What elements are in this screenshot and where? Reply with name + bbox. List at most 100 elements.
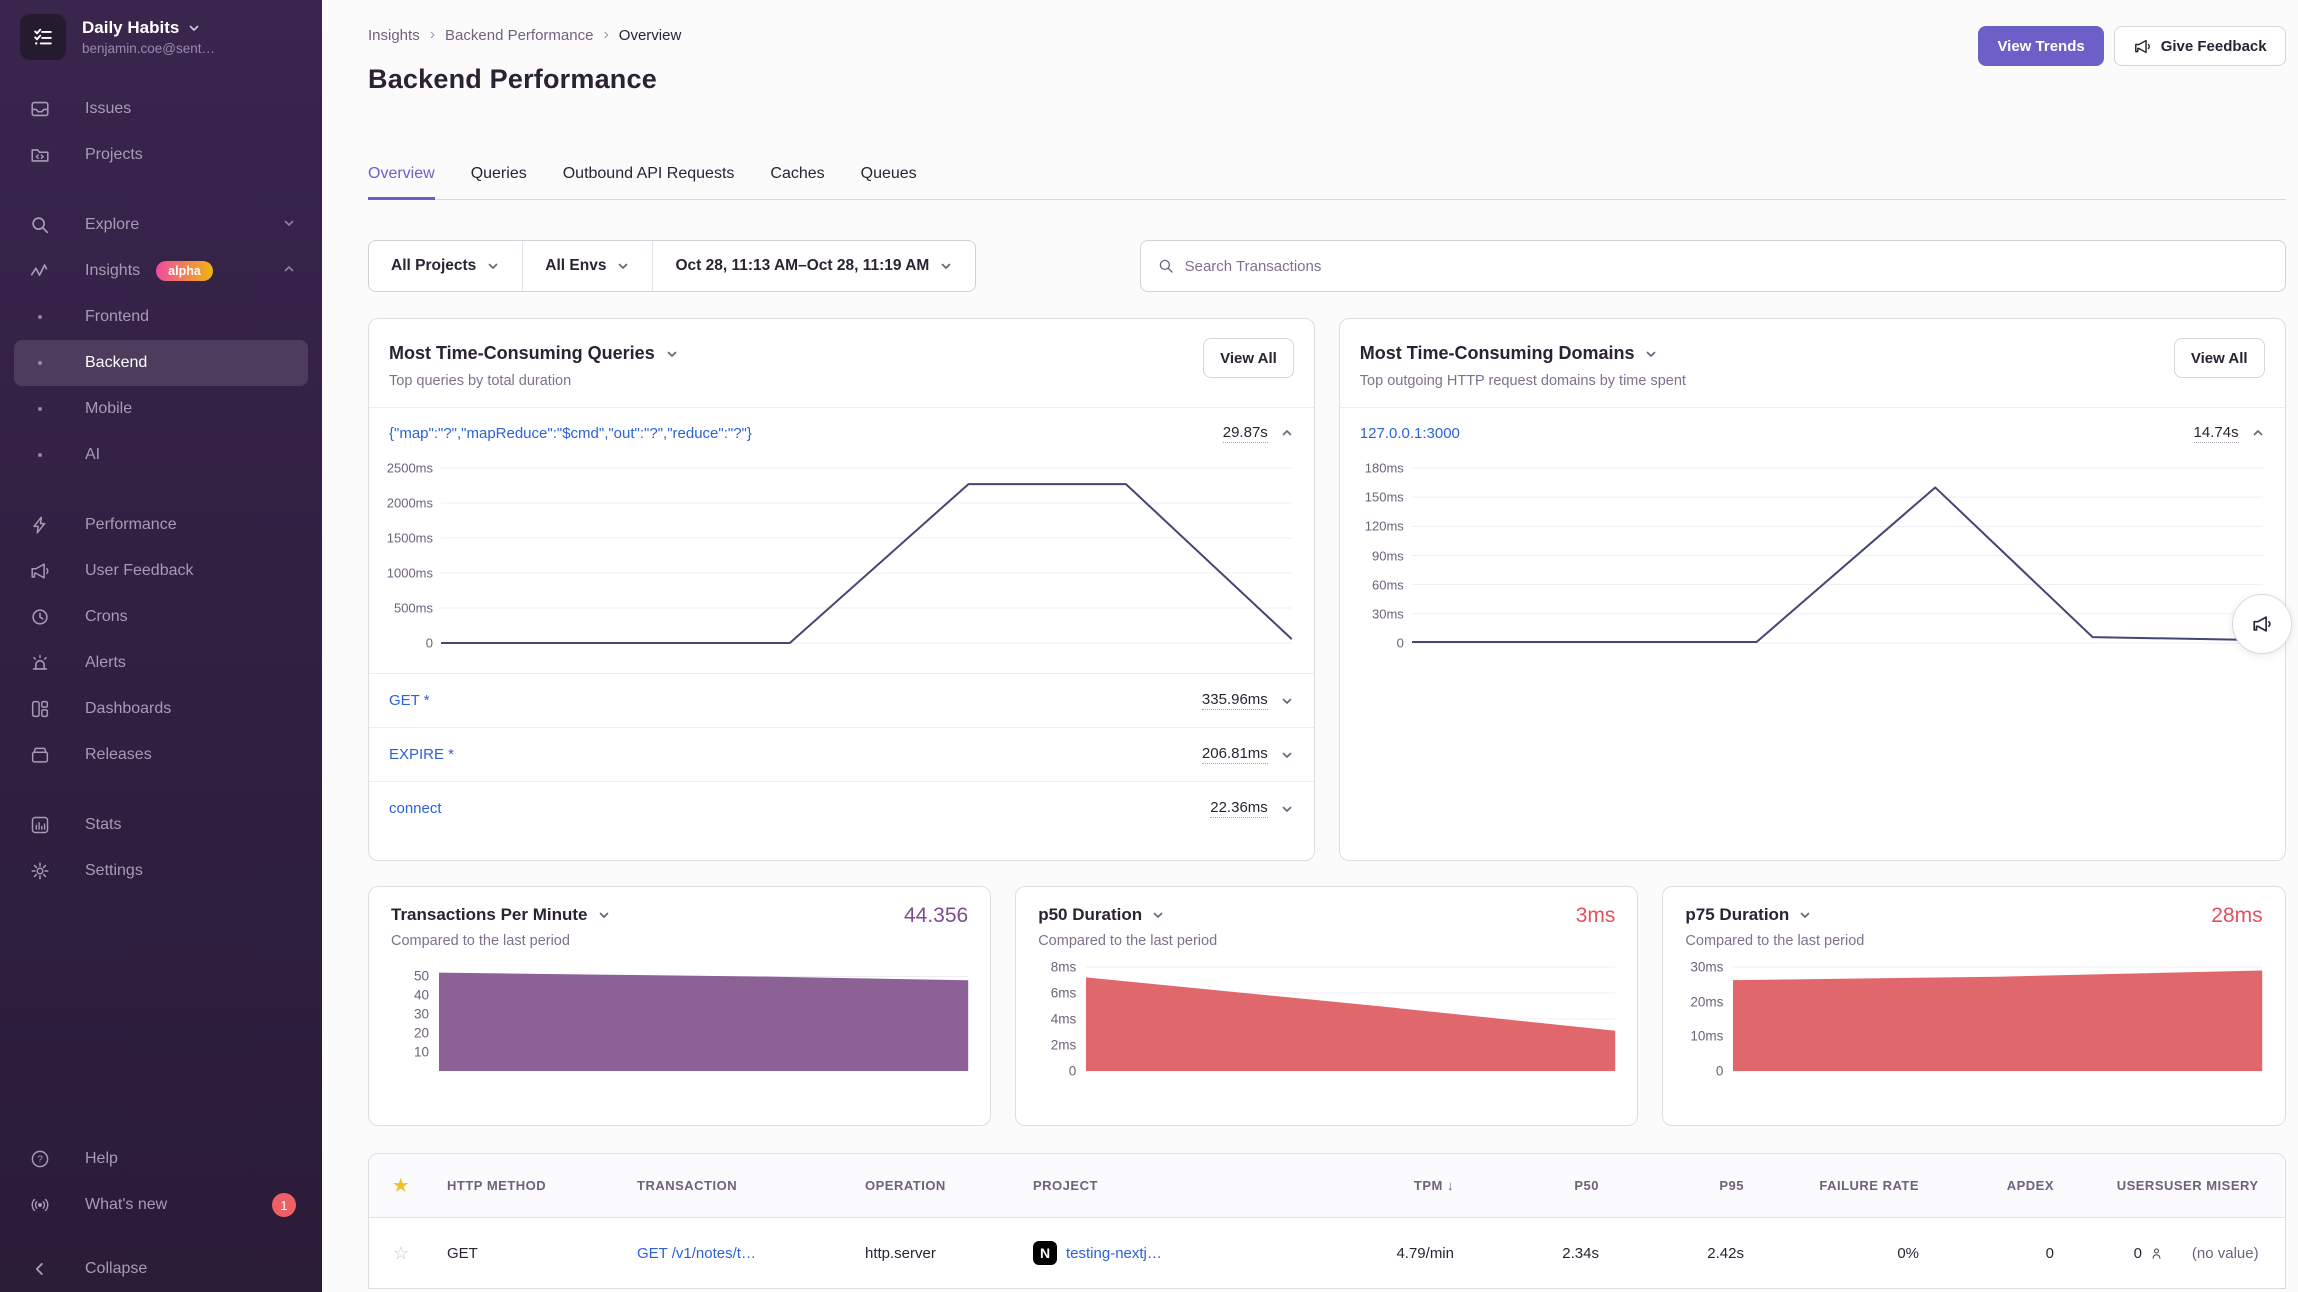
feedback-fab[interactable] [2232, 594, 2292, 654]
metric-value: 3ms [1576, 904, 1616, 928]
p75-chart: 30ms20ms10ms0 [1685, 967, 2262, 1071]
megaphone-icon [2133, 37, 2152, 56]
chevron-down-icon[interactable] [1151, 908, 1165, 922]
breadcrumb-insights[interactable]: Insights [368, 27, 420, 44]
transaction-link[interactable]: GET /v1/notes/t… [637, 1245, 756, 1262]
svg-text:?: ? [37, 1155, 43, 1166]
chevron-down-icon[interactable] [1280, 802, 1294, 816]
sidebar-item-stats[interactable]: Stats [0, 802, 322, 848]
nextjs-project-icon: N [1033, 1241, 1057, 1265]
archive-icon [28, 744, 52, 766]
sidebar-item-dashboards[interactable]: Dashboards [0, 686, 322, 732]
tab-queries[interactable]: Queries [471, 165, 527, 200]
chevron-down-icon [187, 21, 201, 35]
sidebar-item-crons[interactable]: Crons [0, 594, 322, 640]
column-header-p50[interactable]: P50 [1454, 1178, 1599, 1193]
bullet-icon [28, 453, 52, 457]
org-switcher[interactable]: Daily Habits benjamin.coe@sent… [0, 14, 322, 60]
tab-outbound-api-requests[interactable]: Outbound API Requests [563, 165, 735, 200]
query-total-time: 29.87s [1223, 424, 1268, 443]
sidebar-item-user-feedback[interactable]: User Feedback [0, 548, 322, 594]
insights-icon [28, 260, 52, 282]
column-header-tpm[interactable]: TPM ↓ [1309, 1178, 1454, 1193]
sidebar-item-help[interactable]: ? Help [0, 1136, 322, 1182]
view-all-queries-button[interactable]: View All [1203, 338, 1294, 378]
tab-overview[interactable]: Overview [368, 165, 435, 200]
search-transactions [1140, 240, 2286, 292]
view-trends-button[interactable]: View Trends [1978, 26, 2103, 66]
tpm-cell: 4.79/min [1309, 1245, 1454, 1262]
column-header-user-misery[interactable]: USER MISERY [2164, 1178, 2285, 1193]
sidebar-item-label: What's new [85, 1196, 167, 1214]
sidebar-item-explore[interactable]: Explore [0, 202, 322, 248]
chevron-down-icon[interactable] [597, 908, 611, 922]
search-icon [1157, 257, 1175, 275]
tpm-chart: 5040302010 [391, 967, 968, 1071]
domains-duration-chart: 180ms150ms120ms90ms60ms30ms0 [1340, 468, 2263, 643]
queries-duration-chart: 2500ms2000ms1500ms1000ms500ms0 [369, 468, 1292, 643]
date-range-filter[interactable]: Oct 28, 11:13 AM–Oct 28, 11:19 AM [652, 241, 975, 291]
query-link[interactable]: {"map":"?","mapReduce":"$cmd","out":"?",… [389, 425, 752, 442]
p50-chart: 8ms6ms4ms2ms0 [1038, 967, 1615, 1071]
project-filter[interactable]: All Projects [369, 241, 522, 291]
sidebar-item-performance[interactable]: Performance [0, 502, 322, 548]
chevron-down-icon [939, 259, 953, 273]
chevron-up-icon[interactable] [2251, 426, 2265, 440]
query-link[interactable]: GET * [389, 692, 430, 709]
query-total-time: 335.96ms [1202, 691, 1268, 710]
metric-card-title: Transactions Per Minute [391, 905, 588, 925]
sidebar-item-frontend[interactable]: Frontend [0, 294, 322, 340]
sidebar-item-backend[interactable]: Backend [14, 340, 308, 386]
metric-value: 44.356 [904, 904, 968, 928]
chevron-up-icon[interactable] [1280, 426, 1294, 440]
sidebar-item-collapse[interactable]: Collapse [0, 1246, 322, 1292]
sidebar-item-insights[interactable]: Insights alpha [0, 248, 322, 294]
search-input[interactable] [1185, 258, 2269, 275]
column-header-p95[interactable]: P95 [1599, 1178, 1744, 1193]
sidebar-item-label: Collapse [85, 1260, 147, 1278]
failure-rate-cell: 0% [1744, 1245, 1919, 1262]
view-all-domains-button[interactable]: View All [2174, 338, 2265, 378]
whats-new-count-badge: 1 [272, 1193, 296, 1217]
chevron-down-icon[interactable] [1280, 748, 1294, 762]
sidebar-item-mobile[interactable]: Mobile [0, 386, 322, 432]
sidebar-item-alerts[interactable]: Alerts [0, 640, 322, 686]
tab-queues[interactable]: Queues [861, 165, 917, 200]
sidebar-item-projects[interactable]: Projects [0, 132, 322, 178]
tab-caches[interactable]: Caches [770, 165, 824, 200]
sidebar-item-label: Explore [85, 216, 139, 234]
star-toggle[interactable]: ☆ [369, 1243, 433, 1264]
project-link[interactable]: testing-nextj… [1066, 1245, 1162, 1262]
sidebar-item-ai[interactable]: AI [0, 432, 322, 478]
column-header-apdex[interactable]: APDEX [1919, 1178, 2054, 1193]
star-column-header[interactable]: ★ [369, 1176, 433, 1196]
date-range-label: Oct 28, 11:13 AM–Oct 28, 11:19 AM [675, 257, 929, 275]
chevron-down-icon[interactable] [1644, 347, 1658, 361]
sidebar-item-whats-new[interactable]: What's new 1 [0, 1182, 322, 1228]
sidebar-item-issues[interactable]: Issues [0, 86, 322, 132]
sidebar-item-settings[interactable]: Settings [0, 848, 322, 894]
sidebar-footer: ? Help What's new 1 Collapse [0, 1136, 322, 1292]
dashboards-icon [28, 698, 52, 720]
bullet-icon [28, 315, 52, 319]
query-total-time: 22.36ms [1210, 799, 1268, 818]
environment-filter[interactable]: All Envs [522, 241, 652, 291]
y-axis-ticks: 2500ms2000ms1500ms1000ms500ms0 [369, 468, 441, 643]
column-header-failure-rate[interactable]: FAILURE RATE [1744, 1178, 1919, 1193]
column-header-users[interactable]: USERS [2054, 1178, 2164, 1193]
query-link[interactable]: connect [389, 800, 442, 817]
breadcrumb-backend-performance[interactable]: Backend Performance [445, 27, 593, 44]
give-feedback-button[interactable]: Give Feedback [2114, 26, 2286, 66]
issues-icon [28, 98, 52, 120]
chevron-down-icon[interactable] [1280, 694, 1294, 708]
sidebar-item-releases[interactable]: Releases [0, 732, 322, 778]
domain-link[interactable]: 127.0.0.1:3000 [1360, 425, 1460, 442]
chevron-down-icon[interactable] [1798, 908, 1812, 922]
chevron-down-icon[interactable] [665, 347, 679, 361]
query-link[interactable]: EXPIRE * [389, 746, 454, 763]
operation-cell: http.server [851, 1245, 1019, 1262]
environment-filter-label: All Envs [545, 257, 606, 275]
metric-card-subtitle: Compared to the last period [1685, 933, 2262, 949]
metric-card-title: p50 Duration [1038, 905, 1142, 925]
user-misery-cell: (no value) [2164, 1245, 2285, 1262]
